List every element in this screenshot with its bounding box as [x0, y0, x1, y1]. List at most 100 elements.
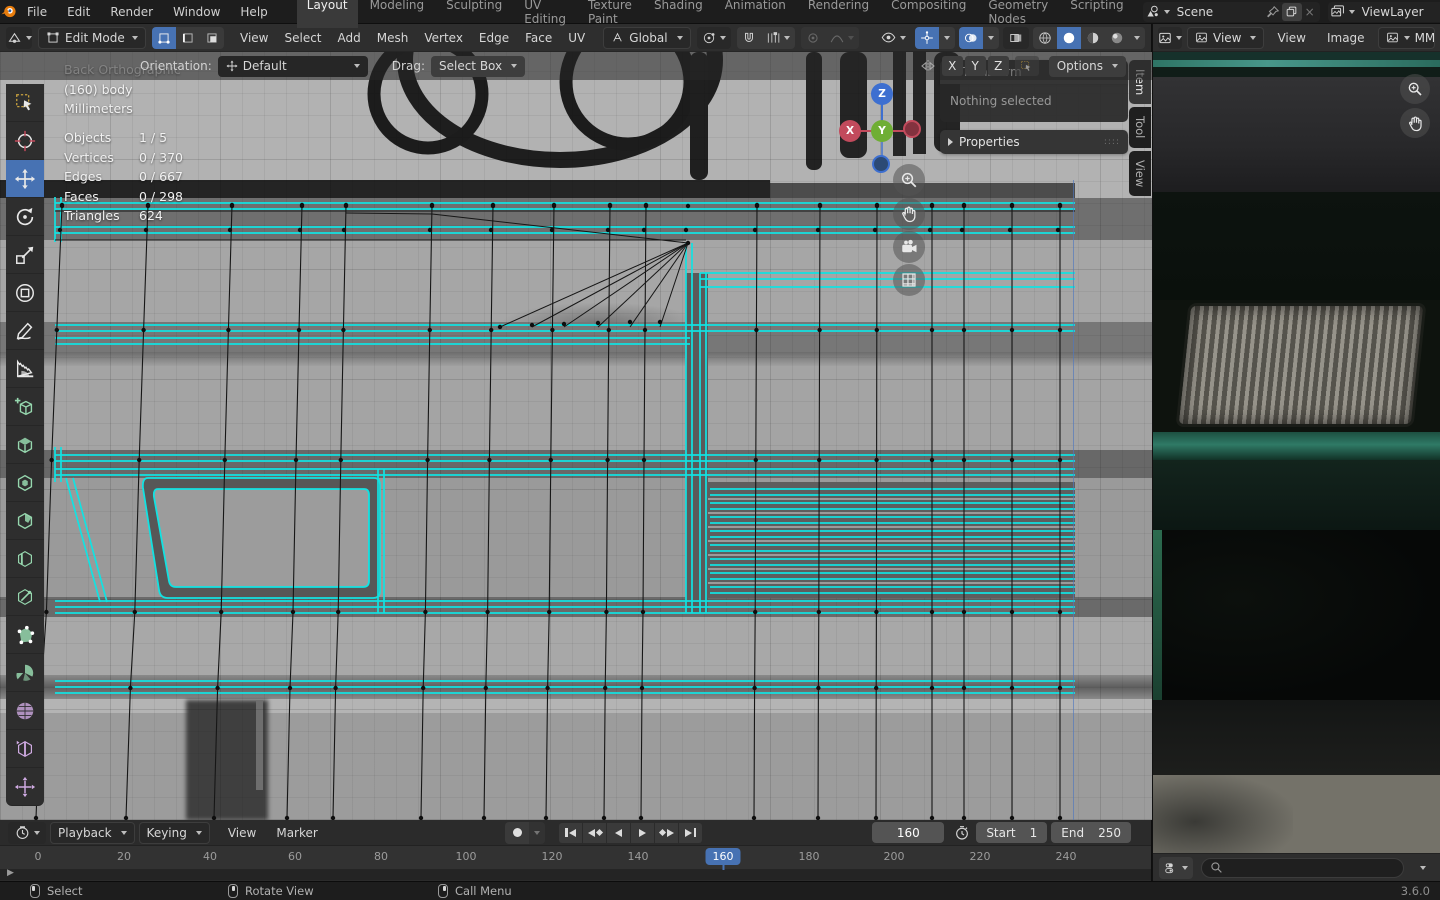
- timeline-channels[interactable]: ▶: [0, 868, 1151, 880]
- play-reverse-button[interactable]: [607, 822, 631, 843]
- workspace-tab[interactable]: Animation: [715, 0, 796, 28]
- keying-menu[interactable]: Keying: [138, 821, 210, 844]
- camera-view-button[interactable]: [893, 231, 925, 263]
- image-datablock-selector[interactable]: MMP-: [1377, 26, 1435, 49]
- tool-button-tweak-select[interactable]: [6, 84, 44, 122]
- edge-select-mode-button[interactable]: [176, 26, 200, 49]
- tool-button-measure[interactable]: [6, 350, 44, 388]
- blender-logo-icon[interactable]: [0, 3, 17, 20]
- tool-button-annotate[interactable]: [6, 312, 44, 350]
- snap-base-icon[interactable]: [1014, 56, 1039, 76]
- channel-expand-icon[interactable]: ▶: [7, 868, 14, 878]
- show-gizmo-toggle[interactable]: [915, 26, 939, 49]
- n-panel-tab[interactable]: View: [1129, 150, 1151, 196]
- use-preview-range-icon[interactable]: [954, 825, 970, 841]
- scene-unlink-icon[interactable]: ×: [1302, 5, 1318, 19]
- gizmo-z-negative[interactable]: [872, 155, 890, 173]
- viewport-menu-item[interactable]: Vertex: [416, 31, 471, 45]
- workspace-tab[interactable]: Scripting: [1060, 0, 1133, 28]
- viewlayer-icon[interactable]: [1330, 1, 1356, 23]
- mirror-axis-button[interactable]: Z: [987, 56, 1009, 76]
- scene-copy-button[interactable]: [1281, 2, 1302, 21]
- timeline-view-menu[interactable]: View: [220, 826, 264, 840]
- transform-orientation-dropdown[interactable]: Global: [603, 26, 691, 49]
- workspace-tab[interactable]: Texture Paint: [578, 0, 642, 28]
- jump-to-start-button[interactable]: [559, 822, 583, 843]
- workspace-tab[interactable]: Rendering: [798, 0, 879, 28]
- shading-settings-dropdown[interactable]: [1129, 26, 1145, 49]
- viewport-menu-item[interactable]: Add: [330, 31, 369, 45]
- material-preview-button[interactable]: [1081, 26, 1105, 49]
- properties-panel-header[interactable]: Properties ::::: [940, 130, 1128, 154]
- drag-setting-dropdown[interactable]: Select Box: [430, 55, 526, 77]
- frame-end-field[interactable]: End 250: [1051, 822, 1131, 843]
- zoom-button[interactable]: [893, 164, 925, 196]
- tool-button-smooth[interactable]: [6, 692, 44, 730]
- tool-options-dropdown[interactable]: Options: [1048, 55, 1126, 77]
- tool-button-add-cube[interactable]: [6, 388, 44, 426]
- solid-shading-button[interactable]: [1057, 26, 1081, 49]
- perspective-toggle-button[interactable]: [893, 264, 925, 296]
- viewport-menu-item[interactable]: Face: [517, 31, 560, 45]
- viewport-menu-item[interactable]: Mesh: [369, 31, 417, 45]
- timeline-editor-type-button[interactable]: [8, 821, 46, 844]
- app-menu-item[interactable]: Render: [100, 5, 163, 19]
- display-filter-dropdown[interactable]: [1159, 856, 1193, 879]
- proportional-falloff-dropdown[interactable]: [824, 26, 859, 49]
- editor-type-button[interactable]: [6, 26, 32, 49]
- image-editor-type-button[interactable]: [1158, 26, 1182, 49]
- pivot-point-dropdown[interactable]: [696, 26, 731, 49]
- footer-expand-dropdown[interactable]: [1412, 857, 1434, 879]
- tool-button-inset-faces[interactable]: [6, 464, 44, 502]
- snap-settings-dropdown[interactable]: [760, 26, 795, 49]
- gizmo-x-axis[interactable]: X: [839, 120, 861, 142]
- image-display-mode-dropdown[interactable]: View: [1187, 26, 1265, 49]
- tool-button-edge-slide[interactable]: [6, 730, 44, 768]
- app-menu-item[interactable]: Edit: [57, 5, 100, 19]
- proportional-edit-toggle[interactable]: [800, 26, 825, 49]
- tool-button-transform[interactable]: [6, 274, 44, 312]
- n-panel-tab[interactable]: Tool: [1129, 107, 1151, 148]
- workspace-tab[interactable]: Modeling: [360, 0, 435, 28]
- scene-icon[interactable]: [1145, 1, 1171, 23]
- wireframe-shading-button[interactable]: [1033, 26, 1057, 49]
- auto-keying-dropdown[interactable]: [529, 821, 546, 844]
- workspace-tab[interactable]: UV Editing: [514, 0, 576, 28]
- gizmo-x-negative[interactable]: [903, 120, 921, 138]
- tool-button-cursor[interactable]: [6, 122, 44, 160]
- tool-button-spin[interactable]: [6, 654, 44, 692]
- viewport-menu-item[interactable]: UV: [560, 31, 593, 45]
- previous-keyframe-button[interactable]: [583, 822, 607, 843]
- workspace-tab[interactable]: Geometry Nodes: [978, 0, 1058, 28]
- timeline-marker-menu[interactable]: Marker: [268, 826, 325, 840]
- gizmo-settings-dropdown[interactable]: [939, 26, 955, 49]
- next-keyframe-button[interactable]: [655, 822, 679, 843]
- current-frame-field[interactable]: 160: [872, 822, 945, 843]
- tool-button-rotate[interactable]: [6, 198, 44, 236]
- viewport-menu-item[interactable]: Edge: [471, 31, 517, 45]
- image-view-menu[interactable]: View: [1269, 31, 1313, 45]
- orientation-setting-dropdown[interactable]: Default: [217, 55, 368, 77]
- viewlayer-name-field[interactable]: ViewLayer: [1356, 3, 1440, 21]
- viewport-menu-item[interactable]: View: [232, 31, 276, 45]
- snap-toggle-button[interactable]: [736, 26, 761, 49]
- playhead[interactable]: 160: [705, 848, 741, 865]
- object-visibility-dropdown[interactable]: [875, 27, 911, 49]
- play-button[interactable]: [631, 822, 655, 843]
- tool-button-bevel[interactable]: [6, 502, 44, 540]
- pan-hand-button[interactable]: [893, 198, 925, 230]
- mirror-icon[interactable]: [920, 58, 936, 74]
- image-pan-button[interactable]: [1400, 108, 1430, 138]
- gizmo-z-axis[interactable]: Z: [871, 83, 893, 105]
- mirror-axis-button[interactable]: Y: [964, 56, 986, 76]
- navigation-gizmo[interactable]: Z X Y: [838, 83, 928, 177]
- tool-button-extrude-region[interactable]: [6, 426, 44, 464]
- tool-button-knife[interactable]: [6, 578, 44, 616]
- image-menu[interactable]: Image: [1319, 31, 1373, 45]
- panel-grip-icon[interactable]: ::::: [1104, 137, 1120, 147]
- tool-button-shrink-fatten[interactable]: [6, 768, 44, 806]
- app-menu-item[interactable]: Help: [230, 5, 277, 19]
- rendered-shading-button[interactable]: [1105, 26, 1129, 49]
- tool-button-loop-cut[interactable]: [6, 540, 44, 578]
- tool-button-scale[interactable]: [6, 236, 44, 274]
